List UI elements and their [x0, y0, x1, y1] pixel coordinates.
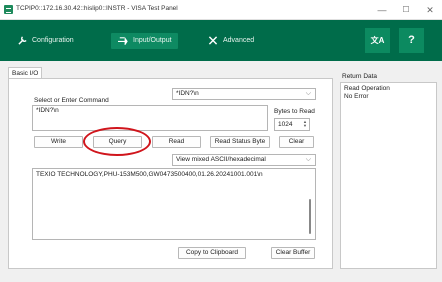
window-title: TCPIP0::172.16.30.42::hislip0::INSTR - V…: [16, 5, 178, 12]
output-scrollbar[interactable]: [309, 199, 311, 234]
input-output-label: Input/Output: [133, 37, 172, 44]
command-input[interactable]: *IDN?\n: [32, 105, 268, 131]
return-data-line: No Error: [344, 93, 369, 100]
advanced-label: Advanced: [223, 37, 255, 44]
language-button[interactable]: 文A: [365, 28, 390, 53]
configuration-label: Configuration: [32, 37, 74, 44]
stepper-arrows-icon: ▲ ▼: [303, 119, 307, 128]
maximize-button[interactable]: ☐: [398, 3, 414, 17]
chevron-down-icon: ⌵: [305, 156, 311, 163]
response-output[interactable]: TEXIO TECHNOLOGY,PHU-153M500,GW047350040…: [32, 168, 316, 240]
command-label: Select or Enter Command: [34, 97, 109, 104]
close-button[interactable]: ✕: [422, 3, 438, 17]
view-mode-dropdown[interactable]: View mixed ASCII/hexadecimal ⌵: [172, 154, 316, 166]
visa-app-icon: [4, 5, 13, 14]
window-title-bar: TCPIP0::172.16.30.42::hislip0::INSTR - V…: [0, 0, 442, 20]
return-data-line: Read Operation: [344, 85, 390, 92]
bytes-to-read-label: Bytes to Read: [274, 108, 315, 115]
clear-buffer-button[interactable]: Clear Buffer: [271, 247, 315, 259]
read-status-byte-button[interactable]: Read Status Byte: [210, 136, 270, 148]
bytes-to-read-value: 1024: [278, 121, 293, 128]
return-data-label: Return Data: [342, 73, 378, 80]
input-output-tab[interactable]: Input/Output: [111, 33, 178, 49]
read-button[interactable]: Read: [152, 136, 201, 148]
minimize-button[interactable]: —: [374, 3, 390, 17]
wrench-icon: [18, 36, 27, 45]
chevron-down-icon: ⌵: [305, 90, 311, 97]
main-toolbar: Configuration Input/Output Advanced 文A ?: [0, 20, 442, 61]
input-output-icon: [118, 36, 128, 46]
copy-to-clipboard-button[interactable]: Copy to Clipboard: [178, 247, 246, 259]
write-button[interactable]: Write: [34, 136, 83, 148]
clear-button[interactable]: Clear: [279, 136, 314, 148]
command-history-dropdown[interactable]: *IDN?\n ⌵: [172, 88, 316, 100]
command-dropdown-value: *IDN?\n: [176, 90, 199, 97]
view-mode-value: View mixed ASCII/hexadecimal: [176, 156, 266, 163]
basic-io-panel: Select or Enter Command *IDN?\n ⌵ *IDN?\…: [8, 78, 333, 269]
configuration-tab[interactable]: Configuration: [18, 33, 74, 49]
tools-icon: [208, 36, 218, 45]
advanced-tab[interactable]: Advanced: [208, 33, 254, 49]
highlight-ring: [83, 127, 151, 156]
help-button[interactable]: ?: [399, 28, 424, 53]
io-tab-bar: Basic I/O: [8, 67, 333, 79]
bytes-to-read-stepper[interactable]: 1024 ▲ ▼: [274, 118, 310, 131]
return-data-panel: Read Operation No Error: [340, 82, 437, 269]
response-text: TEXIO TECHNOLOGY,PHU-153M500,GW047350040…: [36, 171, 263, 178]
